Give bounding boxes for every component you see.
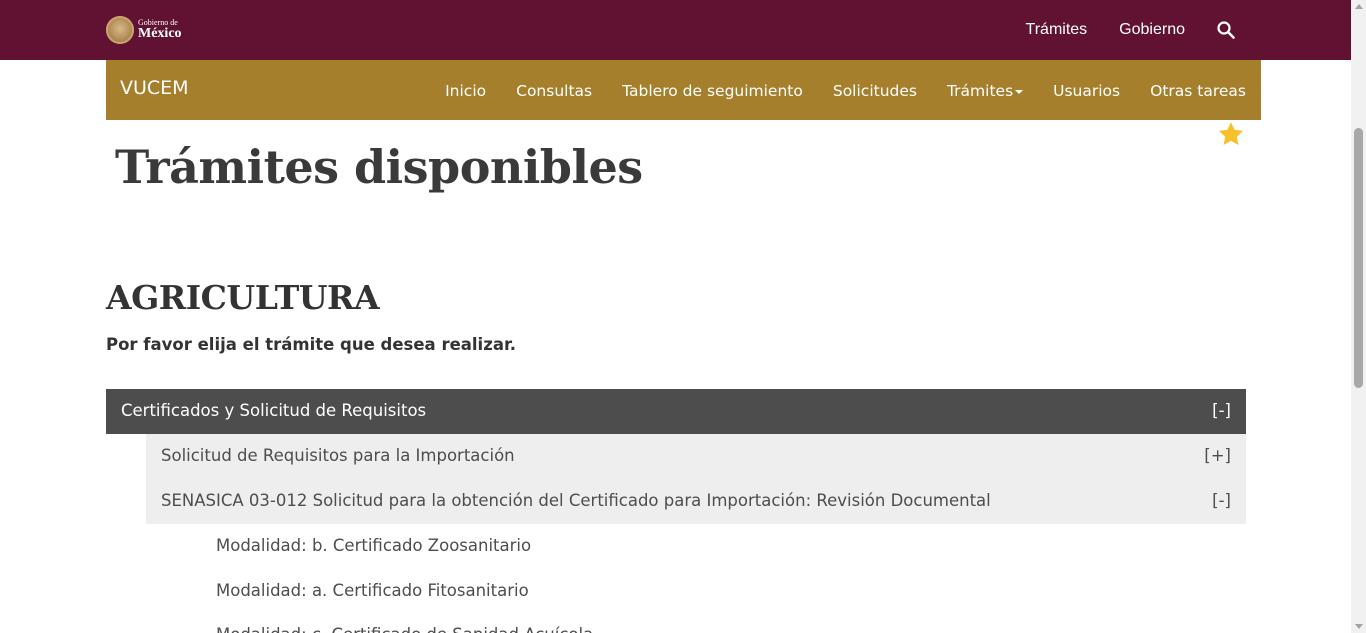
gov-nav-gobierno[interactable]: Gobierno xyxy=(1119,21,1185,39)
collapse-toggle[interactable]: [-] xyxy=(1212,401,1231,420)
nav-inicio[interactable]: Inicio xyxy=(445,82,486,100)
expand-toggle[interactable]: [+] xyxy=(1204,446,1231,465)
nav-consultas[interactable]: Consultas xyxy=(516,82,592,100)
section-title: AGRICULTURA xyxy=(106,278,380,317)
collapse-toggle[interactable]: [-] xyxy=(1212,491,1231,510)
vucem-nav: Inicio Consultas Tablero de seguimiento … xyxy=(445,82,1246,100)
accordion-sub-label: SENASICA 03-012 Solicitud para la obtenc… xyxy=(161,491,991,510)
vucem-brand[interactable]: VUCEM xyxy=(120,77,189,99)
nav-solicitudes[interactable]: Solicitudes xyxy=(833,82,917,100)
accordion-sub-senasica-03-012[interactable]: SENASICA 03-012 Solicitud para la obtenc… xyxy=(146,479,1246,524)
logo-big-text: México xyxy=(138,26,182,41)
gov-header: Gobierno de México Trámites Gobierno xyxy=(0,0,1351,60)
page: Gobierno de México Trámites Gobierno VUC… xyxy=(0,0,1366,633)
mexico-seal-icon xyxy=(106,16,134,44)
star-icon[interactable] xyxy=(1217,120,1245,148)
scroll-up-arrow-icon[interactable] xyxy=(1355,4,1363,9)
nav-tablero-de-seguimiento[interactable]: Tablero de seguimiento xyxy=(622,82,803,100)
accordion-sub-label: Solicitud de Requisitos para la Importac… xyxy=(161,446,515,465)
caret-down-icon xyxy=(1015,90,1024,94)
vucem-navbar: VUCEM Inicio Consultas Tablero de seguim… xyxy=(106,60,1261,120)
gobierno-logo[interactable]: Gobierno de México xyxy=(106,14,182,46)
scroll-thumb[interactable] xyxy=(1354,128,1363,388)
nav-otras-tareas[interactable]: Otras tareas xyxy=(1150,82,1246,100)
gov-nav: Trámites Gobierno xyxy=(1026,0,1235,60)
nav-tramites-dropdown[interactable]: Trámites xyxy=(946,82,1024,100)
vertical-scrollbar[interactable] xyxy=(1351,0,1366,633)
modality-link[interactable]: Modalidad: c. Certificado de Sanidad Acu… xyxy=(216,625,593,633)
nav-tramites-label: Trámites xyxy=(946,82,1014,100)
modality-link[interactable]: Modalidad: a. Certificado Fitosanitario xyxy=(216,581,529,600)
gov-nav-tramites[interactable]: Trámites xyxy=(1026,21,1088,39)
accordion-sub-solicitud-requisitos[interactable]: Solicitud de Requisitos para la Importac… xyxy=(146,434,1246,479)
nav-usuarios[interactable]: Usuarios xyxy=(1053,82,1120,100)
instruction-text: Por favor elija el trámite que desea rea… xyxy=(106,335,517,354)
accordion-header-label: Certificados y Solicitud de Requisitos xyxy=(121,401,427,420)
page-title: Trámites disponibles xyxy=(115,140,643,194)
search-icon[interactable] xyxy=(1217,21,1235,39)
modality-link[interactable]: Modalidad: b. Certificado Zoosanitario xyxy=(216,536,531,555)
accordion-header-certificados[interactable]: Certificados y Solicitud de Requisitos [… xyxy=(106,389,1246,434)
scroll-down-arrow-icon[interactable] xyxy=(1355,624,1363,629)
